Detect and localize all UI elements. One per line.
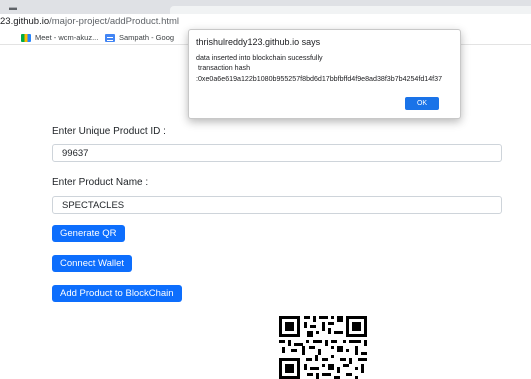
product-id-label: Enter Unique Product ID : <box>52 126 166 137</box>
bookmark-label: Sampath - Goog <box>119 33 175 42</box>
url-host: 23.github.io <box>0 16 50 27</box>
dialog-ok-button[interactable]: OK <box>405 97 439 110</box>
bookmark-label: Meet - wcm-akuz... <box>35 33 99 42</box>
add-product-button[interactable]: Add Product to BlockChain <box>52 285 182 302</box>
meet-icon <box>21 33 31 42</box>
generate-qr-button[interactable]: Generate QR <box>52 225 125 242</box>
product-name-input[interactable] <box>52 196 502 214</box>
active-tab[interactable] <box>170 6 531 14</box>
tab-strip: ▬ <box>0 0 531 14</box>
dialog-message: data inserted into blockchain sucessfull… <box>196 54 443 83</box>
alert-dialog: thrishulreddy123.github.io says data ins… <box>188 29 461 119</box>
browser-window: ▬ 23.github.io/major-project/addProduct.… <box>0 0 531 379</box>
tab-icon[interactable]: ▬ <box>9 3 17 12</box>
url-text[interactable]: 23.github.io/major-project/addProduct.ht… <box>0 16 179 27</box>
bookmark-meet[interactable]: Meet - wcm-akuz... <box>21 32 98 43</box>
connect-wallet-button[interactable]: Connect Wallet <box>52 255 133 272</box>
qr-code-image <box>276 312 370 379</box>
dialog-title: thrishulreddy123.github.io says <box>196 37 321 47</box>
doc-icon <box>105 33 115 42</box>
url-path: /major-project/addProduct.html <box>49 16 180 27</box>
bookmark-sampath[interactable]: Sampath - Goog <box>105 32 185 43</box>
address-bar[interactable]: 23.github.io/major-project/addProduct.ht… <box>0 14 531 30</box>
product-id-input[interactable] <box>52 144 502 162</box>
product-name-label: Enter Product Name : <box>52 177 149 188</box>
